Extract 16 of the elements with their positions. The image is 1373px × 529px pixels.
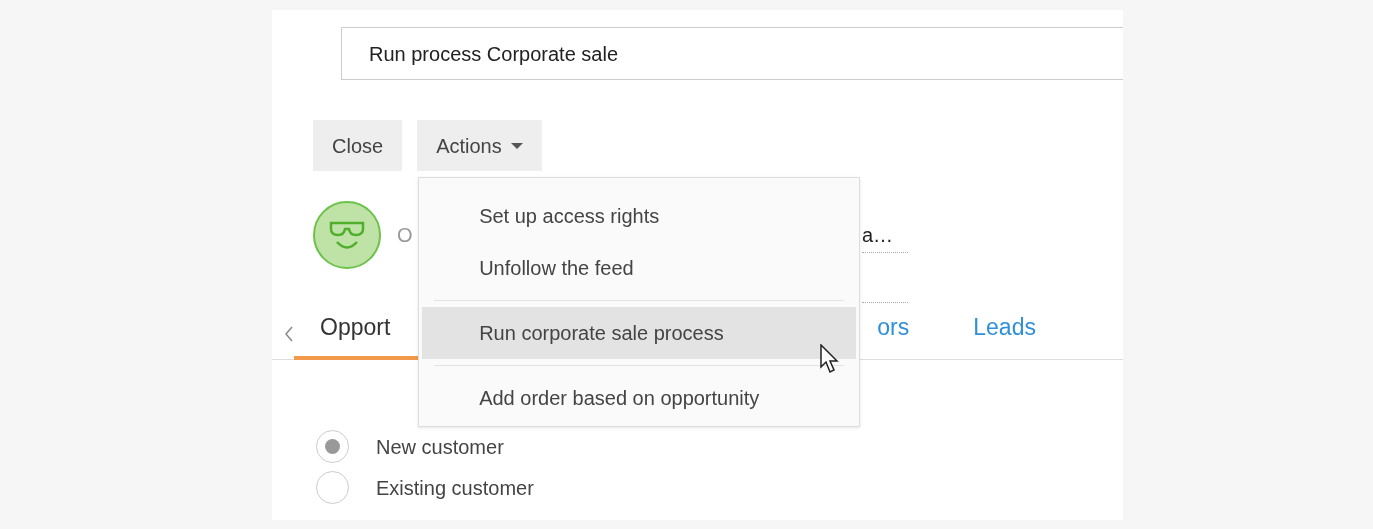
menu-item[interactable]: Add order based on opportunity (422, 372, 857, 424)
menu-item[interactable]: Run corporate sale process (422, 307, 857, 359)
close-button[interactable]: Close (313, 120, 403, 171)
radio-button[interactable] (316, 430, 349, 463)
radio-label: New customer (376, 434, 504, 460)
name-fragment: O (397, 223, 413, 248)
tab[interactable]: Opport (294, 309, 431, 360)
title-field[interactable]: Run process Corporate sale (341, 27, 1123, 80)
menu-item[interactable]: Unfollow the feed (422, 242, 857, 294)
radio-label: Existing customer (376, 475, 534, 501)
menu-item[interactable]: Set up access rights (422, 190, 857, 242)
title-fragment: a… (862, 223, 894, 248)
mouse-pointer-icon (820, 344, 840, 374)
caret-icon (510, 142, 523, 149)
actions-button[interactable]: Actions (417, 120, 542, 171)
radio-button[interactable] (316, 471, 349, 504)
